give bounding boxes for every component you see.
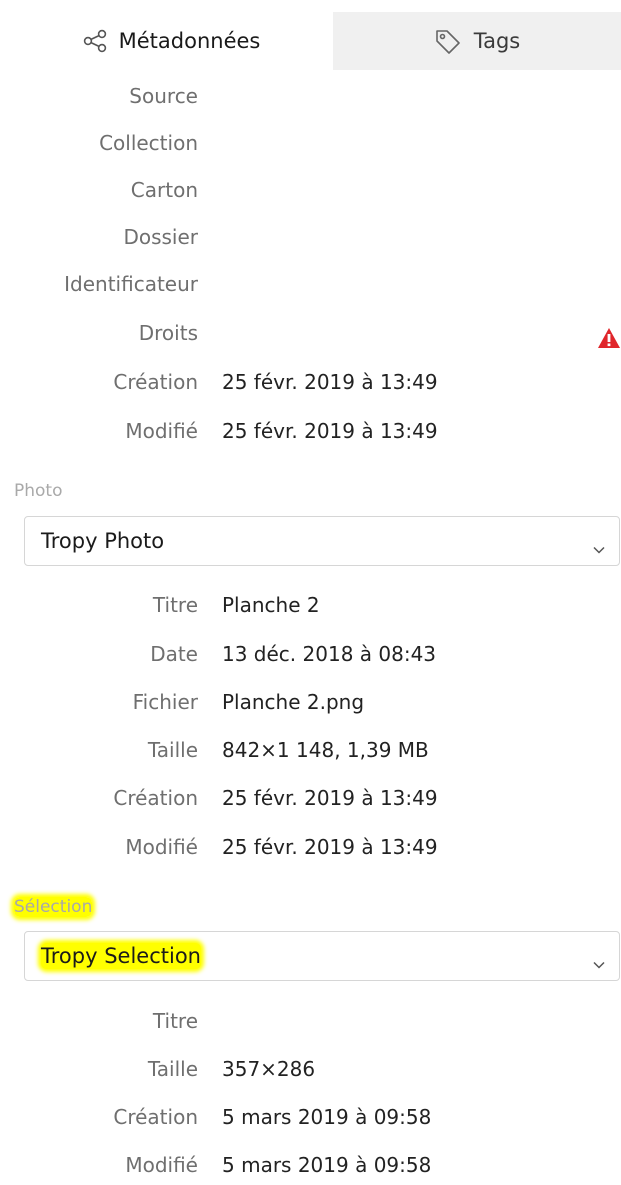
field-row-source[interactable]: Source [0, 76, 621, 116]
field-value[interactable]: 5 mars 2019 à 09:58 [222, 1097, 431, 1137]
field-value[interactable]: 25 févr. 2019 à 13:49 [222, 827, 438, 867]
field-label: Modifié [125, 419, 198, 443]
field-row-selection-modifie[interactable]: Modifié 5 mars 2019 à 09:58 [0, 1145, 621, 1185]
field-row-selection-creation[interactable]: Création 5 mars 2019 à 09:58 [0, 1097, 621, 1137]
photo-template-value: Tropy Photo [41, 529, 165, 553]
field-value[interactable]: 25 févr. 2019 à 13:49 [222, 411, 438, 451]
chevron-down-icon [593, 536, 605, 554]
field-label: Création [113, 370, 198, 394]
field-value[interactable]: 842×1 148, 1,39 MB [222, 730, 429, 770]
field-value[interactable]: 25 févr. 2019 à 13:49 [222, 362, 438, 402]
field-row-collection[interactable]: Collection [0, 123, 621, 163]
field-value[interactable]: Planche 2.png [222, 682, 364, 722]
field-row-photo-date[interactable]: Date 13 déc. 2018 à 08:43 [0, 634, 621, 674]
field-row-selection-taille[interactable]: Taille 357×286 [0, 1049, 621, 1089]
tag-icon [434, 28, 462, 54]
field-row-identificateur[interactable]: Identificateur [0, 264, 621, 304]
field-label: Taille [147, 1057, 198, 1081]
field-label: Fichier [132, 690, 198, 714]
selection-template-select[interactable]: Tropy Selection [24, 931, 620, 981]
selection-template-value: Tropy Selection [41, 943, 201, 969]
photo-section-heading: Photo [14, 481, 63, 501]
tab-metadata-label: Métadonnées [118, 29, 261, 53]
panel-tabs: Métadonnées Tags [0, 0, 621, 70]
tab-metadata[interactable]: Métadonnées [0, 12, 333, 70]
field-label: Création [113, 786, 198, 810]
field-value[interactable]: Planche 2 [222, 585, 320, 625]
selection-section-heading: Sélection [14, 897, 93, 917]
field-label: Modifié [125, 1153, 198, 1177]
field-row-photo-creation[interactable]: Création 25 févr. 2019 à 13:49 [0, 778, 621, 818]
tab-tags-label: Tags [473, 29, 521, 53]
field-row-creation[interactable]: Création 25 févr. 2019 à 13:49 [0, 362, 621, 402]
field-value[interactable]: 5 mars 2019 à 09:58 [222, 1145, 431, 1185]
field-label: Titre [152, 1009, 198, 1033]
field-label: Modifié [125, 835, 198, 859]
field-row-photo-fichier[interactable]: Fichier Planche 2.png [0, 682, 621, 722]
chevron-down-icon [593, 951, 605, 969]
field-row-dossier[interactable]: Dossier [0, 217, 621, 257]
field-value[interactable]: 25 févr. 2019 à 13:49 [222, 778, 438, 818]
field-row-droits[interactable]: Droits [0, 313, 621, 353]
field-label: Date [150, 642, 198, 666]
field-row-photo-modifie[interactable]: Modifié 25 févr. 2019 à 13:49 [0, 827, 621, 867]
tab-tags[interactable]: Tags [333, 12, 621, 70]
field-label: Droits [138, 321, 198, 345]
field-value[interactable]: 13 déc. 2018 à 08:43 [222, 634, 436, 674]
field-row-photo-titre[interactable]: Titre Planche 2 [0, 585, 621, 625]
field-label: Source [129, 84, 198, 108]
metadata-panel: Source Collection Carton Dossier Identif… [0, 70, 621, 1185]
field-value[interactable]: 357×286 [222, 1049, 315, 1089]
field-label: Dossier [123, 225, 198, 249]
field-label: Taille [147, 738, 198, 762]
field-label: Collection [99, 131, 198, 155]
field-row-photo-taille[interactable]: Taille 842×1 148, 1,39 MB [0, 730, 621, 770]
field-row-modifie[interactable]: Modifié 25 févr. 2019 à 13:49 [0, 411, 621, 451]
field-row-selection-titre[interactable]: Titre [0, 1001, 621, 1041]
field-label: Carton [130, 178, 198, 202]
field-label: Création [113, 1105, 198, 1129]
share-nodes-icon [83, 29, 109, 53]
photo-template-select[interactable]: Tropy Photo [24, 516, 620, 566]
field-row-carton[interactable]: Carton [0, 170, 621, 210]
field-label: Identificateur [64, 272, 198, 296]
field-label: Titre [152, 593, 198, 617]
warning-triangle-icon [597, 322, 621, 348]
